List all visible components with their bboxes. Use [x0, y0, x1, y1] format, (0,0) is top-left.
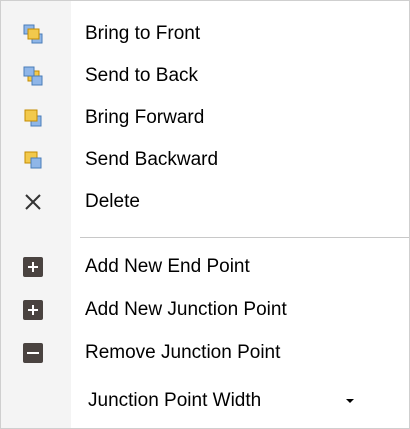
- menu-item-label: Bring Forward: [85, 107, 205, 128]
- menu-item-add-new-end-point[interactable]: Add New End Point: [2, 246, 408, 288]
- bring-forward-icon: [24, 109, 42, 127]
- junction-point-width-dropdown[interactable]: Junction Point Width: [74, 382, 374, 420]
- menu-item-label: Add New Junction Point: [85, 299, 287, 320]
- menu-item-send-backward[interactable]: Send Backward: [2, 139, 408, 181]
- junction-point-width-label: Junction Point Width: [88, 390, 262, 411]
- menu-item-label: Send Backward: [85, 149, 219, 170]
- menu-item-label: Add New End Point: [85, 256, 250, 277]
- menu-separator: [80, 237, 409, 238]
- menu-item-label: Delete: [85, 191, 140, 212]
- menu-item-remove-junction-point[interactable]: Remove Junction Point: [2, 332, 408, 374]
- delete-icon: [25, 194, 41, 210]
- menu-item-send-to-back[interactable]: Send to Back: [2, 55, 408, 97]
- menu-item-bring-forward[interactable]: Bring Forward: [2, 97, 408, 139]
- chevron-down-icon[interactable]: [346, 399, 354, 403]
- menu-item-bring-to-front[interactable]: Bring to Front: [2, 13, 408, 55]
- menu-item-label: Remove Junction Point: [85, 342, 281, 363]
- send-backward-icon: [24, 151, 42, 169]
- menu-item-label: Bring to Front: [85, 23, 201, 44]
- plus-icon: [23, 257, 43, 277]
- menu-item-label: Send to Back: [85, 65, 199, 86]
- menu-item-delete[interactable]: Delete: [2, 181, 408, 223]
- menu-item-add-new-junction-point[interactable]: Add New Junction Point: [2, 289, 408, 331]
- context-menu: Bring to Front Send to Back Bring Forwar…: [0, 0, 410, 429]
- send-to-back-icon: [23, 66, 43, 86]
- bring-to-front-icon: [23, 24, 43, 44]
- plus-icon: [23, 300, 43, 320]
- minus-icon: [23, 343, 43, 363]
